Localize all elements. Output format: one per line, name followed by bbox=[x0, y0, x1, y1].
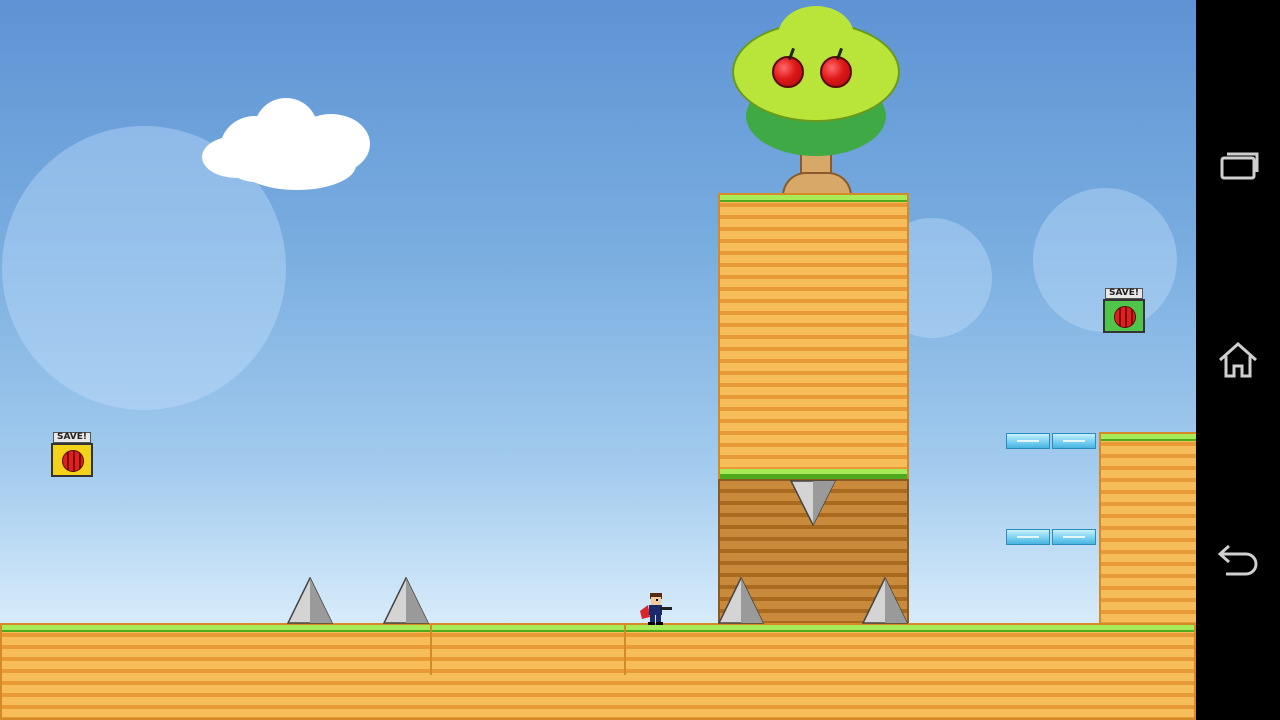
save-orb-icon bbox=[1114, 306, 1136, 328]
game-viewport[interactable]: SAVE! SAVE! bbox=[0, 0, 1196, 720]
home-icon bbox=[1219, 341, 1257, 378]
ice-platform bbox=[1006, 529, 1050, 545]
apple[interactable] bbox=[772, 56, 804, 88]
save-point[interactable]: SAVE! bbox=[51, 432, 93, 478]
floor-spike bbox=[383, 577, 429, 624]
apple-tree bbox=[730, 6, 902, 196]
player-character bbox=[640, 593, 672, 625]
ceiling-spike bbox=[790, 480, 836, 526]
ice-platform bbox=[1006, 433, 1050, 449]
cloud bbox=[198, 96, 374, 196]
recent-apps-icon bbox=[1220, 152, 1259, 180]
back-button[interactable] bbox=[1196, 544, 1280, 578]
ice-platform bbox=[1052, 529, 1096, 545]
floor-spike bbox=[287, 577, 333, 624]
pillar-top-block bbox=[718, 193, 909, 479]
save-point[interactable]: SAVE! bbox=[1103, 288, 1145, 334]
save-label: SAVE! bbox=[1105, 288, 1143, 299]
ground-floor bbox=[0, 623, 1196, 720]
home-button[interactable] bbox=[1196, 340, 1280, 380]
recent-apps-button[interactable] bbox=[1196, 148, 1280, 182]
system-navigation-bar bbox=[1196, 0, 1280, 720]
apple[interactable] bbox=[820, 56, 852, 88]
right-ledge-block bbox=[1099, 432, 1196, 628]
ice-platform bbox=[1052, 433, 1096, 449]
save-label: SAVE! bbox=[53, 432, 91, 443]
back-icon bbox=[1217, 544, 1258, 576]
floor-spike bbox=[862, 577, 908, 624]
save-orb-icon bbox=[62, 450, 84, 472]
floor-spike bbox=[718, 577, 764, 624]
